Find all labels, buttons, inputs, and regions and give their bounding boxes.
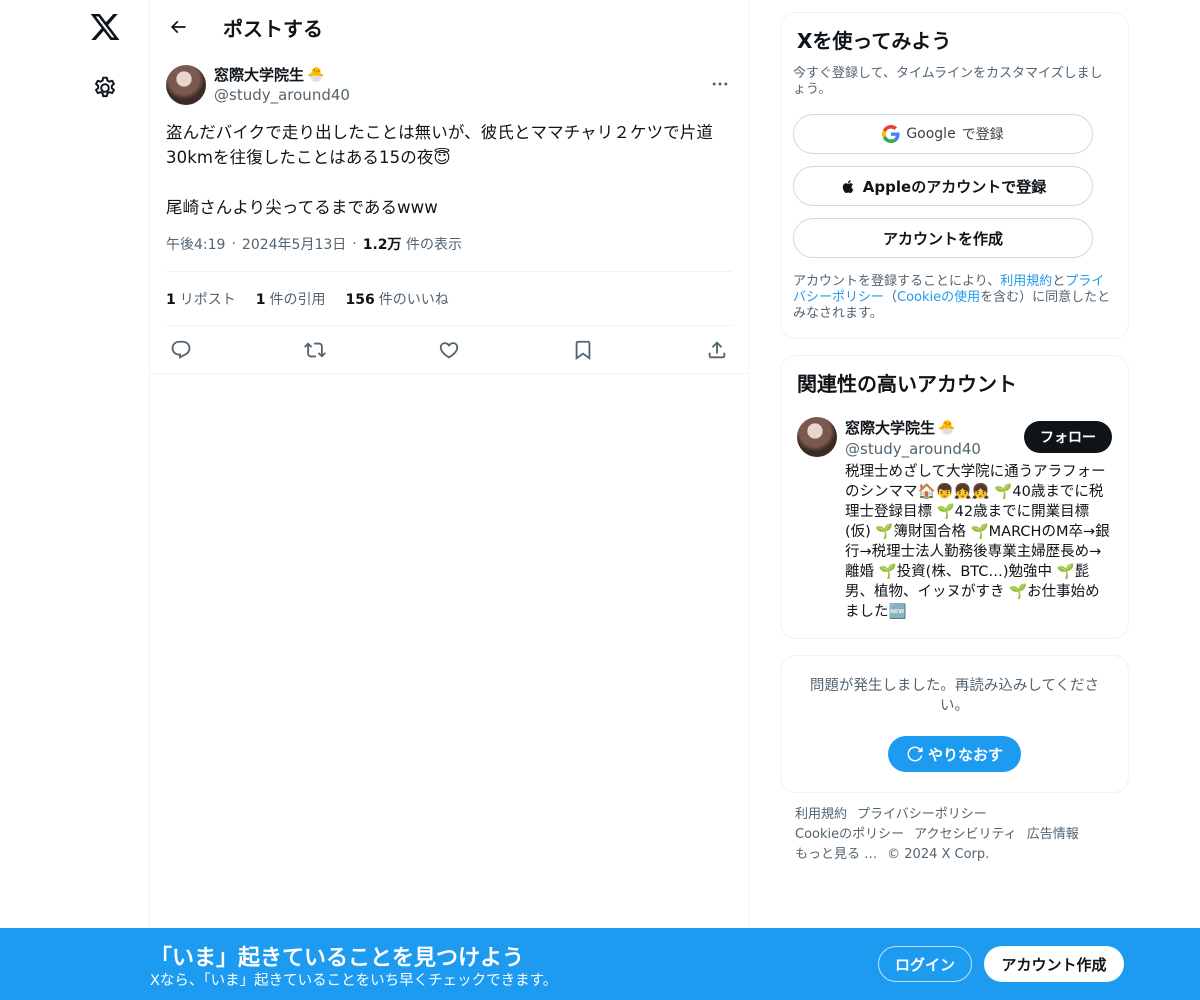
heart-icon[interactable] [438, 339, 460, 361]
main-column: ポストする 窓際大学院生 🐣 @study_around40 盗んだバイクで走り… [149, 0, 749, 1000]
author-name-text: 窓際大学院生 [214, 66, 305, 84]
footer-more-link[interactable]: もっと見る … [795, 847, 877, 862]
footer-terms-link[interactable]: 利用規約 [795, 807, 847, 822]
repost-icon[interactable] [304, 339, 326, 361]
post-actions [166, 326, 732, 373]
bookmark-icon[interactable] [572, 339, 594, 361]
quotes-count: 1 [255, 291, 266, 308]
views-label: 件の表示 [405, 237, 462, 253]
author-text: 窓際大学院生 🐣 @study_around40 [214, 65, 350, 105]
signup-card: Xを使ってみよう 今すぐ登録して、タイムラインをカスタマイズしましょう。 Goo… [780, 12, 1129, 339]
related-account-bio: 税理士めざして大学院に通うアラフォーのシンママ🏠👦👧👧 🌱40歳までに税理士登録… [845, 464, 1110, 620]
signup-button[interactable]: アカウント作成 [984, 946, 1124, 982]
footer-links: 利用規約 プライバシーポリシー Cookieのポリシー アクセシビリティ 広告情報 も… [780, 805, 1129, 865]
views-count: 1.2万 [362, 237, 402, 253]
stat-quotes[interactable]: 1 件の引用 [256, 289, 326, 309]
quotes-label: 件の引用 [269, 291, 326, 308]
bottom-bar-subtitle: Xなら、「いま」起きていることをいち早くチェックできます。 [150, 973, 558, 989]
login-button[interactable]: ログイン [878, 946, 972, 982]
error-message: 問題が発生しました。再読み込みしてください。 [809, 678, 1100, 714]
likes-count: 156 [345, 291, 375, 308]
related-account[interactable]: 窓際大学院生 🐣 @study_around40 税理士めざして大学院に通うアラ… [793, 417, 1112, 622]
apple-signup-button[interactable]: Appleのアカウントで登録 [793, 166, 1093, 206]
related-accounts-card: 関連性の高いアカウント 窓際大学院生 🐣 @study_around40 税理士… [780, 355, 1129, 639]
reply-icon[interactable] [170, 339, 192, 361]
google-signup-label: で登録 [961, 127, 1004, 143]
signup-terms: アカウントを登録することにより、利用規約とプライバシーポリシー（Cookieの使… [793, 274, 1112, 322]
create-account-button[interactable]: アカウントを作成 [793, 218, 1093, 258]
terms-link[interactable]: 利用規約 [1000, 274, 1052, 289]
more-options-icon[interactable] [710, 74, 730, 94]
post-views: 1.2万 件の表示 [363, 234, 462, 254]
reposts-count: 1 [166, 291, 176, 308]
retry-button[interactable]: やりなおす [887, 736, 1021, 772]
post-date[interactable]: 2024年5月13日 [242, 234, 346, 254]
left-nav [0, 0, 150, 1000]
related-title: 関連性の高いアカウント [797, 372, 1017, 396]
avatar[interactable] [797, 417, 837, 457]
create-account-label: アカウントを作成 [882, 229, 1003, 248]
signup-title: Xを使ってみよう [797, 29, 952, 53]
terms-text: アカウントを登録することにより、 [793, 274, 1001, 289]
meta-separator: · [352, 236, 357, 252]
author-name[interactable]: 窓際大学院生 🐣 [214, 65, 350, 85]
post-meta: 午後4:19 · 2024年5月13日 · 1.2万 件の表示 [166, 234, 732, 272]
terms-text: （ [884, 290, 898, 305]
footer-privacy-link[interactable]: プライバシーポリシー [857, 807, 987, 822]
terms-text: と [1052, 274, 1066, 289]
footer-accessibility-link[interactable]: アクセシビリティ [914, 827, 1017, 842]
post-time[interactable]: 午後4:19 [166, 234, 225, 254]
copyright: © 2024 X Corp. [887, 847, 990, 862]
signup-description: 今すぐ登録して、タイムラインをカスタマイズしましょう。 [793, 66, 1103, 97]
error-card: 問題が発生しました。再読み込みしてください。 やりなおす [780, 655, 1129, 793]
footer-ads-link[interactable]: 広告情報 [1027, 827, 1079, 842]
google-icon [882, 125, 900, 143]
apple-signup-label: Appleのアカウントで登録 [862, 177, 1047, 196]
gear-icon[interactable] [92, 75, 118, 101]
post: 窓際大学院生 🐣 @study_around40 盗んだバイクで走り出したことは… [150, 54, 748, 374]
stat-reposts[interactable]: 1 リポスト [166, 289, 236, 309]
likes-label: 件のいいね [378, 291, 449, 308]
arrow-left-icon[interactable] [160, 9, 196, 45]
divider [150, 373, 748, 374]
bottom-signup-bar: 「いま」起きていることを見つけよう Xなら、「いま」起きていることをいち早くチェ… [0, 928, 1200, 1000]
post-text: 盗んだバイクで走り出したことは無いが、彼氏とママチャリ２ケツで片道30kmを往復… [166, 123, 713, 217]
author-handle[interactable]: @study_around40 [214, 85, 350, 105]
cookie-link[interactable]: Cookieの使用 [897, 290, 980, 305]
follow-button[interactable]: フォロー [1024, 421, 1112, 453]
avatar[interactable] [166, 65, 206, 105]
retry-label: やりなおす [927, 745, 1003, 764]
refresh-icon [906, 745, 924, 763]
related-emoji: 🐣 [938, 419, 956, 436]
right-sidebar: Xを使ってみよう 今すぐ登録して、タイムラインをカスタマイズしましょう。 Goo… [780, 12, 1129, 865]
apple-icon [840, 178, 857, 195]
google-signup-button[interactable]: Google で登録 [793, 114, 1093, 154]
stat-likes[interactable]: 156 件のいいね [346, 289, 449, 309]
author-emoji: 🐣 [307, 67, 325, 83]
page-title: ポストする [223, 16, 323, 41]
meta-separator: · [231, 236, 236, 252]
bottom-bar-title: 「いま」起きていることを見つけよう [150, 946, 525, 971]
top-bar: ポストする [150, 0, 748, 54]
reposts-label: リポスト [179, 291, 236, 308]
x-logo-icon[interactable] [89, 11, 121, 43]
post-stats: 1 リポスト 1 件の引用 156 件のいいね [166, 272, 732, 326]
post-author: 窓際大学院生 🐣 @study_around40 [166, 64, 732, 106]
share-icon[interactable] [706, 339, 728, 361]
footer-cookie-link[interactable]: Cookieのポリシー [795, 827, 904, 842]
google-brand: Google [906, 126, 956, 142]
related-name-text: 窓際大学院生 [845, 419, 936, 437]
